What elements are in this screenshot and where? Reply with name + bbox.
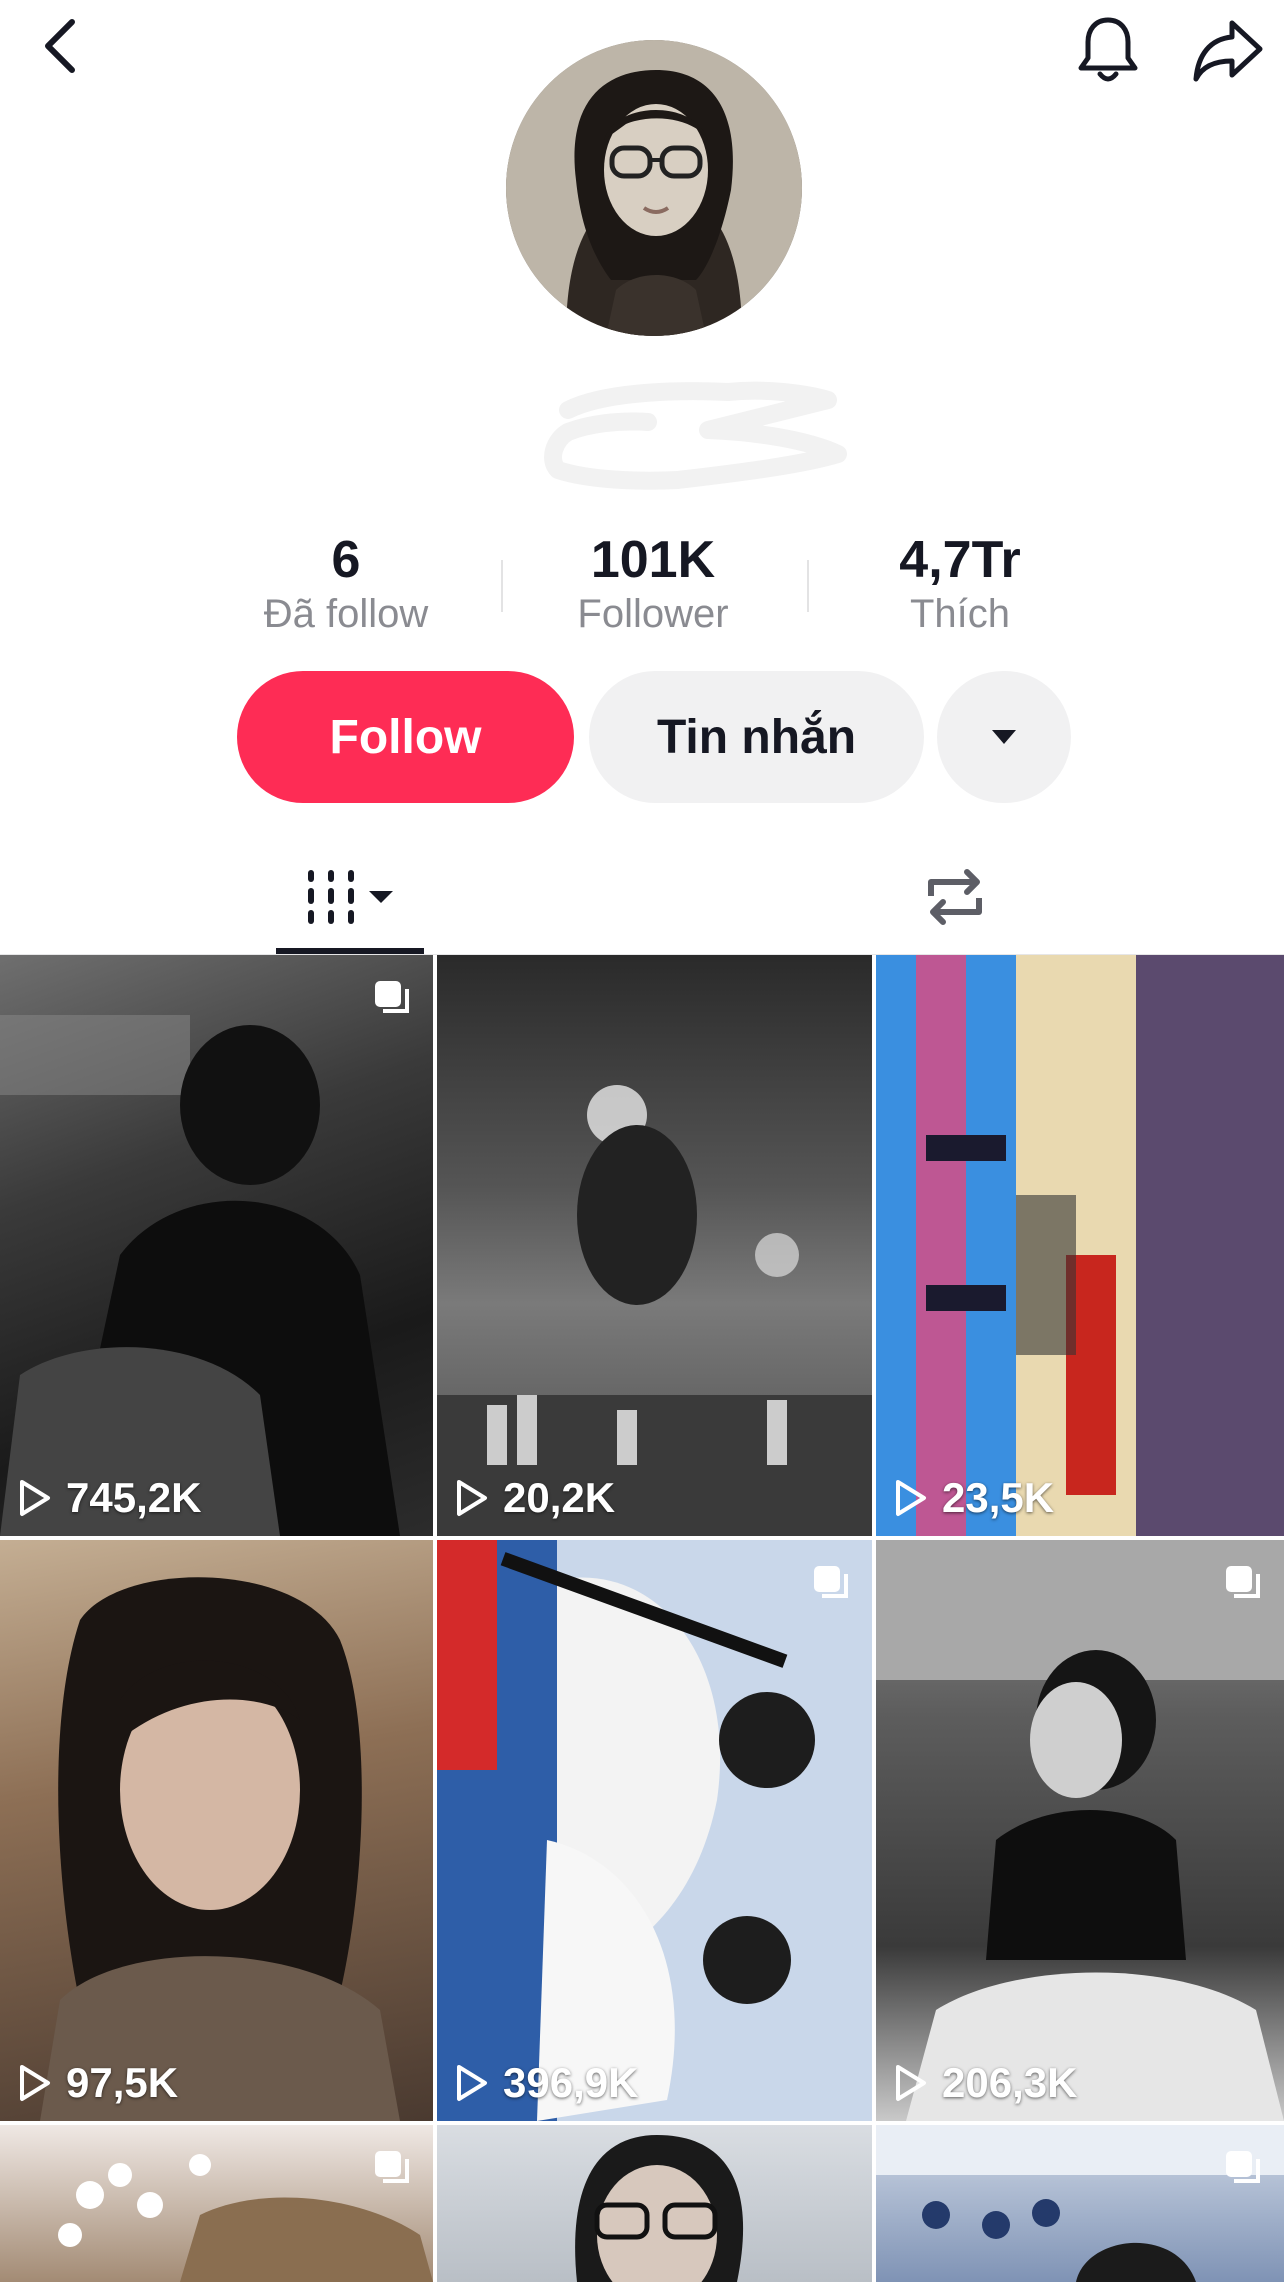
grid-columns-icon	[308, 870, 393, 924]
caret-down-icon	[992, 730, 1016, 744]
multi-photo-icon	[1226, 1566, 1260, 1598]
tab-reposts[interactable]	[880, 840, 1030, 954]
likes-stat[interactable]: 4,7Tr Thích	[830, 530, 1090, 638]
play-icon	[457, 2065, 487, 2101]
view-count: 396,9K	[503, 2059, 639, 2106]
profile-avatar[interactable]	[506, 40, 802, 336]
multi-photo-icon	[375, 2151, 409, 2183]
multi-photo-icon	[1226, 2151, 1260, 2183]
likes-count: 4,7Tr	[899, 531, 1021, 589]
view-count: 23,5K	[942, 1474, 1055, 1521]
multi-photo-icon	[375, 981, 409, 1013]
stats-divider	[501, 560, 503, 612]
play-icon	[457, 1480, 487, 1516]
video-grid: 745,2K 20,2K 23,5K 97,5K 396,9K 206,3K	[0, 955, 1284, 2282]
video-thumbnail[interactable]	[0, 2125, 433, 2282]
play-icon	[896, 2065, 926, 2101]
video-thumbnail[interactable]: 97,5K	[0, 1540, 433, 2121]
username-redacted	[528, 370, 858, 500]
view-count: 97,5K	[66, 2059, 179, 2106]
notification-bell-button[interactable]	[1066, 8, 1150, 92]
chevron-left-icon	[45, 19, 75, 73]
message-button[interactable]: Tin nhắn	[589, 671, 924, 803]
video-thumbnail[interactable]: 396,9K	[437, 1540, 872, 2121]
bell-icon	[1078, 17, 1138, 82]
likes-label: Thích	[909, 592, 1011, 636]
video-thumbnail[interactable]: 745,2K	[0, 955, 433, 1536]
repost-icon	[928, 869, 982, 925]
following-stat[interactable]: 6 Đã follow	[216, 530, 476, 638]
view-count: 745,2K	[66, 1474, 202, 1521]
back-button[interactable]	[22, 8, 98, 84]
following-label: Đã follow	[263, 592, 429, 636]
followers-count: 101K	[590, 531, 716, 589]
following-count: 6	[331, 531, 361, 589]
play-icon	[20, 1480, 50, 1516]
view-count: 206,3K	[942, 2059, 1078, 2106]
play-icon	[896, 1480, 926, 1516]
multi-photo-icon	[814, 1566, 848, 1598]
followers-label: Follower	[577, 592, 729, 636]
play-icon	[20, 2065, 50, 2101]
more-options-button[interactable]	[937, 671, 1071, 803]
video-thumbnail[interactable]: 206,3K	[876, 1540, 1284, 2121]
profile-stats: 6 Đã follow 101K Follower 4,7Tr Thích	[0, 530, 1284, 640]
profile-tabs	[0, 840, 1284, 954]
video-thumbnail[interactable]: 20,2K	[437, 955, 872, 1536]
share-button[interactable]	[1186, 8, 1270, 92]
video-thumbnail[interactable]	[437, 2125, 872, 2282]
followers-stat[interactable]: 101K Follower	[523, 530, 783, 638]
video-thumbnail[interactable]	[876, 2125, 1284, 2282]
follow-button[interactable]: Follow	[237, 671, 574, 803]
stats-divider	[807, 560, 809, 612]
share-arrow-icon	[1193, 20, 1263, 82]
video-thumbnail[interactable]: 23,5K	[876, 955, 1284, 1536]
view-count: 20,2K	[503, 1474, 616, 1521]
tab-videos[interactable]	[276, 840, 422, 954]
avatar-photo	[506, 40, 802, 336]
